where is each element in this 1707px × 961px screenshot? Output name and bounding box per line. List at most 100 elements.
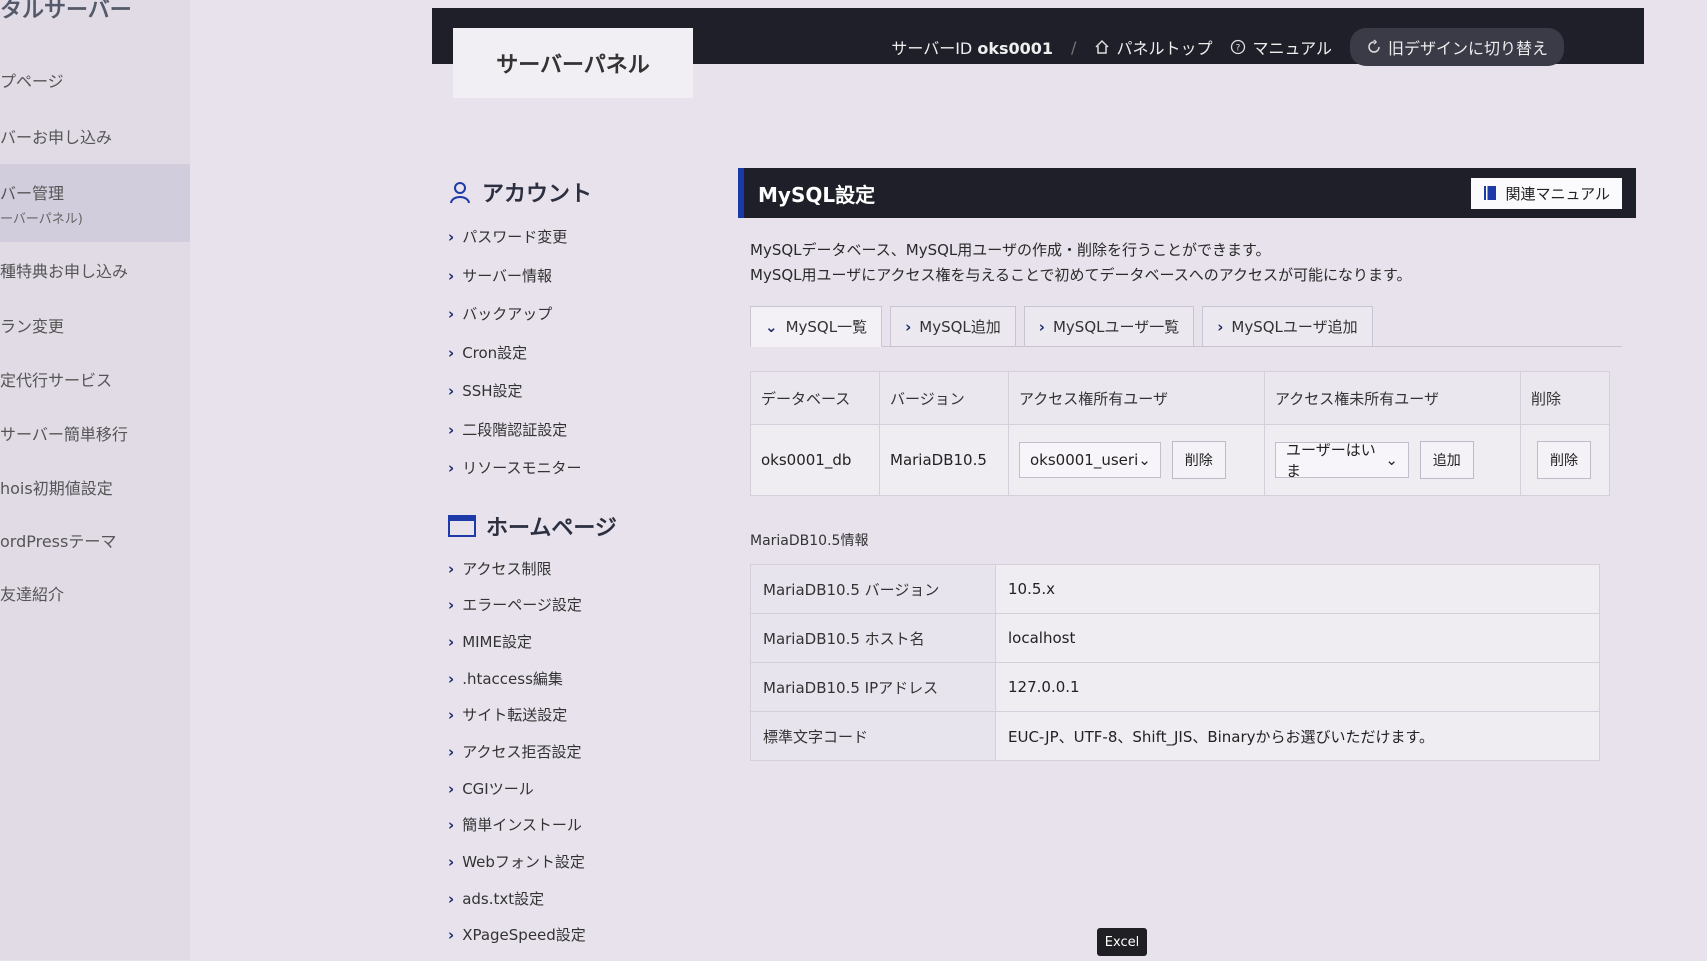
sidebar-item-easy-install[interactable]: › 簡単インストール xyxy=(448,814,708,851)
sidebar-item-access-deny[interactable]: › アクセス拒否設定 xyxy=(448,741,708,778)
info-row: MariaDB10.5 IPアドレス 127.0.0.1 xyxy=(750,662,1600,712)
sidebar-item-cron[interactable]: › Cron設定 xyxy=(448,342,708,381)
tab-mysql-user-list[interactable]: › MySQLユーザ一覧 xyxy=(1023,306,1195,346)
sidebar-item-label: SSH設定 xyxy=(462,382,523,400)
sidebar-item-label: サーバー情報 xyxy=(462,266,553,285)
chevron-right-icon: › xyxy=(448,889,455,908)
owner-user-cell: oks0001_useri ⌄ 削除 xyxy=(1008,424,1265,496)
sidebar-item-cgi-tools[interactable]: › CGIツール xyxy=(448,778,708,815)
left-nav-item-server-apply[interactable]: バーお申し込み xyxy=(0,124,190,148)
sidebar-item-site-redirect[interactable]: › サイト転送設定 xyxy=(448,704,708,741)
sidebar-item-access-restriction[interactable]: › アクセス制限 xyxy=(448,558,708,595)
chevron-right-icon: › xyxy=(448,632,455,651)
tab-label: MySQLユーザ追加 xyxy=(1231,318,1358,336)
sidebar-item-web-font[interactable]: › Webフォント設定 xyxy=(448,851,708,888)
manual-link[interactable]: ? マニュアル xyxy=(1230,35,1332,59)
tab-label: MySQLユーザ一覧 xyxy=(1052,318,1180,336)
left-nav-item-wordpress-theme[interactable]: ordPressテーマ xyxy=(0,528,190,552)
mariadb-info-table: MariaDB10.5 バージョン 10.5.x MariaDB10.5 ホスト… xyxy=(750,564,1600,761)
delete-cell: 削除 xyxy=(1520,424,1610,496)
tab-mysql-user-add[interactable]: › MySQLユーザ追加 xyxy=(1202,306,1373,346)
excel-taskbar-item[interactable]: Excel xyxy=(1097,928,1147,956)
sidebar-item-label: パスワード変更 xyxy=(462,228,568,246)
panel-top-link[interactable]: パネルトップ xyxy=(1094,35,1212,59)
description: MySQLデータベース、MySQL用ユーザの作成・削除を行うことができます。 M… xyxy=(750,238,1636,288)
database-version: MariaDB10.5 xyxy=(879,424,1009,496)
chevron-right-icon: › xyxy=(448,596,455,615)
tab-mysql-add[interactable]: › MySQL追加 xyxy=(890,306,1016,346)
tab-mysql-list[interactable]: ⌄ MySQL一覧 xyxy=(750,306,883,347)
sidebar-item-label: MIME設定 xyxy=(462,632,532,651)
help-icon: ? xyxy=(1231,39,1246,55)
svg-text:?: ? xyxy=(1236,44,1241,54)
delete-database-button[interactable]: 削除 xyxy=(1537,441,1591,479)
sidebar-item-label: .htaccess編集 xyxy=(462,669,563,688)
sidebar-item-label: リソースモニター xyxy=(462,459,582,477)
sidebar-item-backup[interactable]: › バックアップ xyxy=(448,303,708,342)
homepage-section-heading: ホームページ xyxy=(448,510,708,542)
page-title: MySQL設定 xyxy=(758,182,876,207)
sidebar-item-label: アクセス制限 xyxy=(462,559,552,578)
tab-label: MySQL追加 xyxy=(919,318,1001,336)
sidebar-item-mime[interactable]: › MIME設定 xyxy=(448,631,708,668)
home-icon xyxy=(1095,39,1109,54)
switch-old-design-button[interactable]: 旧デザインに切り替え xyxy=(1349,28,1564,66)
database-name: oks0001_db xyxy=(750,424,880,496)
non-owner-user-select-value: ユーザーはいま xyxy=(1286,441,1376,480)
sidebar-item-error-page[interactable]: › エラーページ設定 xyxy=(448,594,708,631)
mysql-settings-header: MySQL設定 関連マニュアル xyxy=(738,168,1636,218)
chevron-right-icon: › xyxy=(448,382,455,400)
info-row: MariaDB10.5 ホスト名 localhost xyxy=(750,613,1600,663)
homepage-section-title: ホームページ xyxy=(486,515,617,541)
left-nav-item-agency-service[interactable]: 定代行サービス xyxy=(0,367,190,391)
sidebar-item-server-info[interactable]: › サーバー情報 xyxy=(448,265,708,304)
sidebar-item-label: エラーページ設定 xyxy=(462,596,582,615)
owner-user-select-value: oks0001_useri xyxy=(1030,451,1139,469)
left-nav-item-label: バー管理 xyxy=(0,184,65,203)
sidebar-item-label: サイト転送設定 xyxy=(462,706,568,725)
left-nav-item-whois[interactable]: hois初期値設定 xyxy=(0,475,190,499)
column-header-version: バージョン xyxy=(879,371,1009,425)
sidebar-item-xpagespeed[interactable]: › XPageSpeed設定 xyxy=(448,924,708,961)
account-section-heading: アカウント xyxy=(448,176,708,208)
left-nav-item-campaign[interactable]: 種特典お申し込み xyxy=(0,258,190,282)
server-panel-tab[interactable]: サーバーパネル xyxy=(453,28,693,98)
left-nav-item-migration[interactable]: サーバー簡単移行 xyxy=(0,421,190,445)
chevron-right-icon: › xyxy=(448,742,455,761)
sidebar-item-ssh[interactable]: › SSH設定 xyxy=(448,380,708,419)
info-value: 10.5.x xyxy=(995,564,1600,614)
info-key: MariaDB10.5 バージョン xyxy=(750,564,996,614)
sidebar: アカウント › パスワード変更 › サーバー情報 › バックアップ › Cron設定 ›… xyxy=(448,170,708,961)
sidebar-item-htaccess[interactable]: › .htaccess編集 xyxy=(448,668,708,705)
sidebar-item-2fa[interactable]: › 二段階認証設定 xyxy=(448,419,708,458)
sidebar-item-label: XPageSpeed設定 xyxy=(462,926,586,945)
column-header-database: データベース xyxy=(750,371,880,425)
account-section-title: アカウント xyxy=(482,182,593,207)
sidebar-item-label: Webフォント設定 xyxy=(462,853,585,871)
left-nav-item-referral[interactable]: 友達紹介 xyxy=(0,581,190,605)
info-value: localhost xyxy=(995,613,1600,663)
non-owner-user-select[interactable]: ユーザーはいま ⌄ xyxy=(1275,441,1409,480)
top-links: サーバーID oks0001 / パネルトップ ? マニュアル 旧デザインに切り… xyxy=(891,28,1564,66)
chevron-right-icon: › xyxy=(448,926,455,945)
left-nav-item-server-manage[interactable]: バー管理 ーバーパネル) xyxy=(0,164,190,242)
table-header-row: データベース バージョン アクセス権所有ユーザ アクセス権未所有ユーザ 削除 xyxy=(750,371,1610,425)
left-nav-item-plan-change[interactable]: ラン変更 xyxy=(0,313,190,337)
chevron-down-icon: ⌄ xyxy=(765,318,778,336)
sidebar-item-resource-monitor[interactable]: › リソースモニター xyxy=(448,457,708,496)
table-row: oks0001_db MariaDB10.5 oks0001_useri ⌄ 削… xyxy=(750,424,1610,496)
info-key: MariaDB10.5 IPアドレス xyxy=(750,662,996,712)
chevron-right-icon: › xyxy=(448,305,455,323)
chevron-right-icon: › xyxy=(448,343,455,362)
sidebar-item-password[interactable]: › パスワード変更 xyxy=(448,226,708,265)
left-nav-item-top-page[interactable]: プページ xyxy=(0,68,190,92)
remove-access-button[interactable]: 削除 xyxy=(1171,441,1226,479)
sidebar-item-label: 二段階認証設定 xyxy=(462,420,568,439)
add-access-button[interactable]: 追加 xyxy=(1419,441,1474,479)
chevron-right-icon: › xyxy=(448,266,455,285)
owner-user-select[interactable]: oks0001_useri ⌄ xyxy=(1019,442,1161,478)
sidebar-item-ads-txt[interactable]: › ads.txt設定 xyxy=(448,888,708,925)
related-manual-button[interactable]: 関連マニュアル xyxy=(1471,177,1622,209)
chevron-right-icon: › xyxy=(448,228,455,246)
description-line: MySQLデータベース、MySQL用ユーザの作成・削除を行うことができます。 xyxy=(750,241,1271,259)
